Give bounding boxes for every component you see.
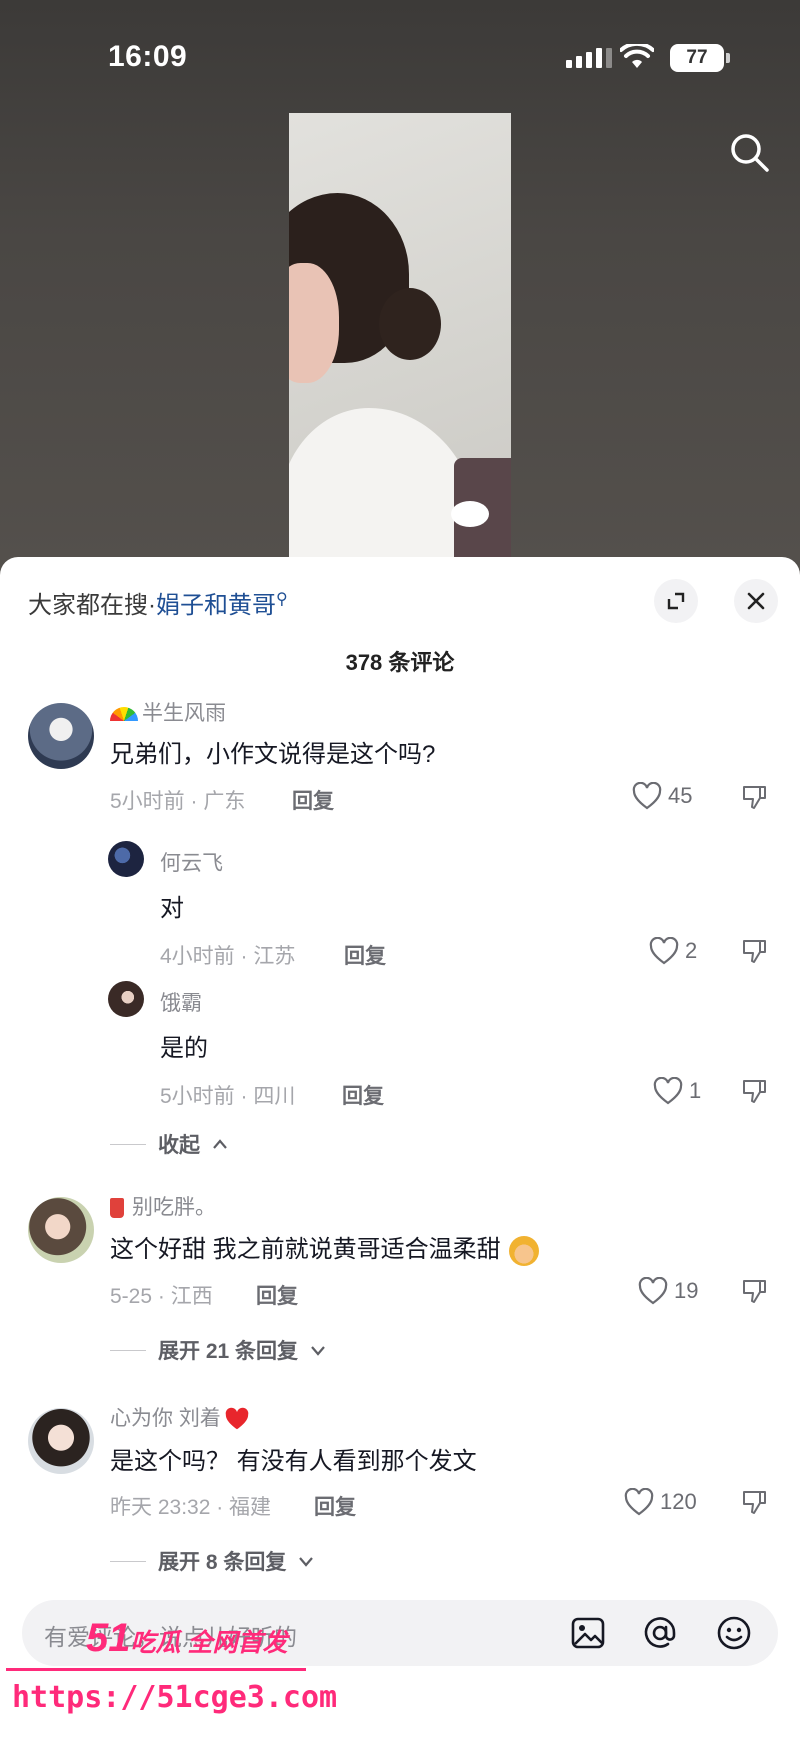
status-bar: 16:09 77 xyxy=(0,0,800,120)
comment-meta: 5小时前 · 广东 xyxy=(110,790,246,813)
comment-meta: 5-25 · 江西 xyxy=(110,1285,213,1308)
comment-meta: 昨天 23:32 · 福建 xyxy=(110,1496,272,1519)
username-text: 心为你 刘着 xyxy=(110,1407,221,1430)
image-icon[interactable] xyxy=(570,1615,606,1651)
like-count: 45 xyxy=(668,783,693,808)
collapse-replies-button[interactable]: 收起 xyxy=(110,1129,228,1159)
watermark-url: https://51cge3.com xyxy=(12,1680,338,1715)
expand-replies-button[interactable]: 展开 21 条回复 xyxy=(110,1335,326,1365)
rainbow-icon xyxy=(110,707,138,722)
chevron-up-icon xyxy=(213,1139,227,1149)
heart-icon xyxy=(653,1077,683,1105)
collapse-label: 收起 xyxy=(158,1134,200,1157)
red-heart-icon xyxy=(225,1408,249,1430)
watermark-underline xyxy=(6,1668,306,1671)
like-count: 2 xyxy=(685,938,698,963)
dislike-icon[interactable] xyxy=(740,937,768,965)
video-preview[interactable] xyxy=(289,113,511,600)
chevron-down-icon xyxy=(311,1346,325,1356)
chevron-down-icon xyxy=(299,1557,314,1567)
like-count: 19 xyxy=(674,1278,699,1303)
search-small-icon: ⚲ xyxy=(276,591,288,608)
watermark-logo: 51吃瓜 全网首发 xyxy=(86,1616,287,1661)
like-button[interactable]: 2 xyxy=(649,937,697,965)
close-button[interactable] xyxy=(734,579,778,623)
like-button[interactable]: 45 xyxy=(632,782,692,810)
emoji-icon[interactable] xyxy=(716,1615,752,1651)
reply-button[interactable]: 回复 xyxy=(314,1491,356,1521)
avatar[interactable] xyxy=(108,981,144,1017)
search-icon[interactable] xyxy=(727,130,771,174)
heart-icon xyxy=(649,937,679,965)
signal-icon xyxy=(566,48,612,68)
username[interactable]: 何云飞 xyxy=(160,847,223,877)
status-time: 16:09 xyxy=(108,40,188,73)
video-hair-bun xyxy=(379,288,441,360)
expand-replies-button[interactable]: 展开 8 条回复 xyxy=(110,1546,314,1576)
reply-button[interactable]: 回复 xyxy=(292,785,334,815)
dislike-icon[interactable] xyxy=(740,783,768,811)
username-text: 别吃胖。 xyxy=(132,1196,216,1219)
dislike-icon[interactable] xyxy=(740,1488,768,1516)
watermark-text: 吃瓜 全网首发 xyxy=(130,1629,288,1657)
divider xyxy=(110,1560,146,1562)
comment-text[interactable]: 这个好甜 我之前就说黄哥适合温柔甜 xyxy=(110,1229,540,1266)
comment-count: 378 条评论 xyxy=(345,650,455,675)
avatar[interactable] xyxy=(28,1408,94,1474)
wifi-icon xyxy=(620,44,654,68)
hot-search-keyword[interactable]: 娟子和黄哥 xyxy=(156,592,276,619)
divider xyxy=(110,1349,146,1351)
watermark-number: 51 xyxy=(86,1616,131,1660)
hot-search[interactable]: 大家都在搜·娟子和黄哥⚲ xyxy=(28,585,288,620)
like-button[interactable]: 1 xyxy=(653,1077,701,1105)
username[interactable]: 半生风雨 xyxy=(110,697,226,727)
battery-indicator: 77 xyxy=(670,44,730,72)
username-text: 半生风雨 xyxy=(142,702,226,725)
heart-icon xyxy=(638,1277,668,1305)
comment-sheet: 大家都在搜·娟子和黄哥⚲ 378 条评论 半生风雨 兄弟们，小作文说得是这个吗?… xyxy=(0,557,800,1739)
hot-search-label: 大家都在搜· xyxy=(28,592,156,619)
heart-icon xyxy=(632,782,662,810)
comment-text[interactable]: 兄弟们，小作文说得是这个吗? xyxy=(110,734,435,769)
username[interactable]: 饿霸 xyxy=(160,987,202,1017)
comment-text[interactable]: 对 xyxy=(160,888,184,923)
heart-icon xyxy=(624,1488,654,1516)
avatar[interactable] xyxy=(28,703,94,769)
dislike-icon[interactable] xyxy=(740,1277,768,1305)
blonde-girl-emoji xyxy=(509,1235,540,1266)
cat-sticker xyxy=(451,501,489,527)
close-icon xyxy=(747,592,765,610)
avatar[interactable] xyxy=(108,841,144,877)
expand-icon xyxy=(667,592,685,610)
drink-icon xyxy=(110,1198,124,1219)
like-count: 1 xyxy=(689,1078,702,1103)
comment-text-body: 这个好甜 我之前就说黄哥适合温柔甜 xyxy=(110,1236,501,1263)
reply-button[interactable]: 回复 xyxy=(256,1280,298,1310)
like-count: 120 xyxy=(660,1489,697,1514)
reply-button[interactable]: 回复 xyxy=(344,940,386,970)
username[interactable]: 心为你 刘着 xyxy=(110,1402,251,1432)
comment-meta: 4小时前 · 江苏 xyxy=(160,945,296,968)
username[interactable]: 别吃胖。 xyxy=(110,1191,216,1221)
like-button[interactable]: 19 xyxy=(638,1277,698,1305)
divider xyxy=(110,1143,146,1145)
comment-meta: 5小时前 · 四川 xyxy=(160,1085,296,1108)
comment-text[interactable]: 是的 xyxy=(160,1028,208,1063)
like-button[interactable]: 120 xyxy=(624,1488,697,1516)
expand-button[interactable] xyxy=(654,579,698,623)
dislike-icon[interactable] xyxy=(740,1077,768,1105)
expand-label: 展开 8 条回复 xyxy=(158,1551,287,1574)
reply-button[interactable]: 回复 xyxy=(342,1080,384,1110)
avatar[interactable] xyxy=(28,1197,94,1263)
at-icon[interactable] xyxy=(642,1615,678,1651)
comment-text[interactable]: 是这个吗？ 有没有人看到那个发文 xyxy=(110,1441,477,1476)
expand-label: 展开 21 条回复 xyxy=(158,1340,299,1363)
